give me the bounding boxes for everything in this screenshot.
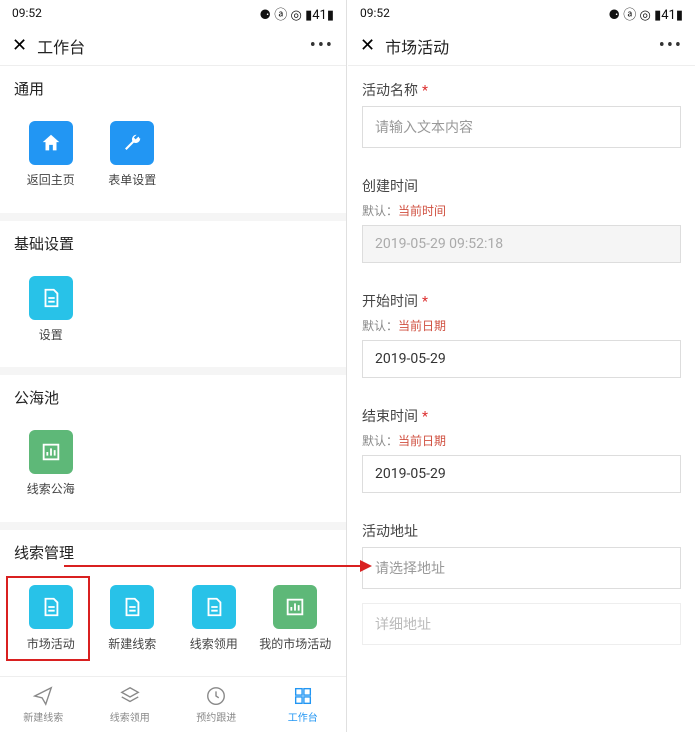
app-grid: 设置: [0, 264, 346, 368]
app-item-线索领用[interactable]: 线索领用: [173, 579, 255, 659]
field-label-活动名称: 活动名称*: [348, 66, 695, 106]
phone-left: 09:52 ⚈ ⓐ ◎ ▮41▮ ✕ 工作台 ••• 通用返回主页 表单设置基础设…: [0, 0, 347, 732]
field-label-结束时间: 结束时间*: [348, 392, 695, 432]
field-input-创建时间: 2019-05-29 09:52:18: [362, 225, 681, 263]
field-hint: 默认：当前时间: [348, 202, 695, 225]
close-icon[interactable]: ✕: [12, 35, 27, 56]
field-hint: 默认：当前日期: [348, 317, 695, 340]
app-label: 线索领用: [190, 637, 238, 653]
app-label: 我的市场活动: [259, 637, 331, 653]
field-input-活动名称[interactable]: 请输入文本内容: [362, 106, 681, 148]
app-item-表单设置[interactable]: 表单设置: [92, 115, 174, 195]
status-icons: ⚈ ⓐ ◎ ▮41▮: [259, 4, 334, 23]
app-item-新建线索[interactable]: 新建线索: [92, 579, 174, 659]
workbench-content: 通用返回主页 表单设置基础设置设置公海池线索公海线索管理市场活动 新建线索 线索领用 我…: [0, 66, 346, 676]
tab-label: 工作台: [288, 709, 318, 724]
page-title: 市场活动: [385, 34, 659, 58]
app-label: 线索公海: [27, 482, 75, 498]
status-time: 09:52: [12, 6, 42, 20]
section-title: 公海池: [0, 367, 346, 418]
tab-线索领用[interactable]: 线索领用: [87, 677, 174, 732]
tab-label: 线索领用: [110, 709, 150, 724]
app-label: 新建线索: [108, 637, 156, 653]
app-grid: 返回主页 表单设置: [0, 109, 346, 213]
app-label: 返回主页: [27, 173, 75, 189]
app-item-设置[interactable]: 设置: [10, 270, 92, 350]
app-item-市场活动[interactable]: 市场活动: [10, 579, 92, 659]
status-bar: 09:52 ⚈ ⓐ ◎ ▮41▮: [0, 0, 346, 26]
app-item-我的市场活动[interactable]: 我的市场活动: [255, 579, 337, 659]
wrench-icon: [110, 121, 154, 165]
field-input-开始时间[interactable]: 2019-05-29: [362, 340, 681, 378]
chart-icon: [29, 430, 73, 474]
chart-icon: [273, 585, 317, 629]
status-time: 09:52: [360, 6, 390, 20]
tab-工作台[interactable]: 工作台: [260, 677, 347, 732]
home-icon: [29, 121, 73, 165]
section-title: 通用: [0, 66, 346, 109]
field-label-创建时间: 创建时间: [348, 162, 695, 202]
field-input-detail[interactable]: 详细地址: [362, 603, 681, 645]
page-title: 工作台: [37, 34, 310, 58]
field-input-结束时间[interactable]: 2019-05-29: [362, 455, 681, 493]
more-icon[interactable]: •••: [310, 35, 334, 56]
app-grid: 市场活动 新建线索 线索领用 我的市场活动: [0, 573, 346, 676]
app-label: 表单设置: [108, 173, 156, 189]
app-item-返回主页[interactable]: 返回主页: [10, 115, 92, 195]
status-bar: 09:52 ⚈ ⓐ ◎ ▮41▮: [348, 0, 695, 26]
app-label: 市场活动: [27, 637, 75, 653]
field-input-活动地址[interactable]: 请选择地址: [362, 547, 681, 589]
app-grid: 线索公海: [0, 418, 346, 522]
app-item-线索公海[interactable]: 线索公海: [10, 424, 92, 504]
app-label: 设置: [39, 328, 63, 344]
status-icons: ⚈ ⓐ ◎ ▮41▮: [608, 4, 683, 23]
field-label-开始时间: 开始时间*: [348, 277, 695, 317]
doc-icon: [192, 585, 236, 629]
tab-预约跟进[interactable]: 预约跟进: [173, 677, 260, 732]
more-icon[interactable]: •••: [659, 35, 683, 56]
tab-新建线索[interactable]: 新建线索: [0, 677, 87, 732]
field-label-活动地址: 活动地址: [348, 507, 695, 547]
doc-icon: [29, 585, 73, 629]
tab-label: 预约跟进: [196, 709, 236, 724]
doc-icon: [29, 276, 73, 320]
tab-label: 新建线索: [23, 709, 63, 724]
tab-bar: 新建线索 线索领用 预约跟进 工作台: [0, 676, 346, 732]
section-title: 线索管理: [0, 522, 346, 573]
section-title: 基础设置: [0, 213, 346, 264]
phone-right: 09:52 ⚈ ⓐ ◎ ▮41▮ ✕ 市场活动 ••• 活动名称*请输入文本内容…: [348, 0, 695, 732]
navbar: ✕ 工作台 •••: [0, 26, 346, 66]
form-content: 活动名称*请输入文本内容创建时间默认：当前时间2019-05-29 09:52:…: [348, 66, 695, 732]
close-icon[interactable]: ✕: [360, 35, 375, 56]
doc-icon: [110, 585, 154, 629]
field-hint: 默认：当前日期: [348, 432, 695, 455]
navbar: ✕ 市场活动 •••: [348, 26, 695, 66]
